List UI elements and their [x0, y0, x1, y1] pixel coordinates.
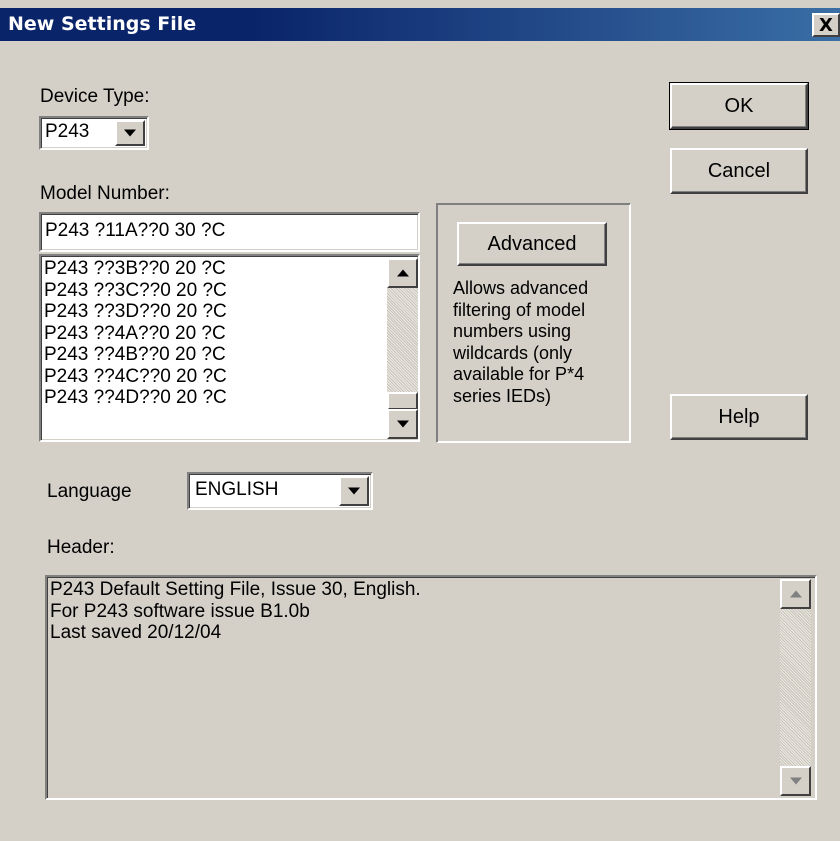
advanced-description-line: Allows advanced	[453, 278, 589, 298]
device-type-select[interactable]: P243	[39, 116, 149, 150]
device-type-dropdown-button[interactable]	[115, 120, 145, 146]
language-dropdown-button[interactable]	[339, 476, 369, 506]
header-textarea[interactable]: P243 Default Setting File, Issue 30, Eng…	[45, 575, 817, 800]
header-label: Header:	[47, 537, 115, 558]
header-line: P243 Default Setting File, Issue 30, Eng…	[50, 579, 421, 600]
advanced-description-line: available for P*4	[453, 364, 585, 384]
model-number-label: Model Number:	[40, 183, 170, 204]
new-settings-file-dialog: New Settings File X Device Type: P243 Mo…	[0, 0, 840, 841]
model-number-input[interactable]: P243 ?11A??0 30 ?C	[39, 212, 420, 252]
list-item[interactable]: P243 ??4D??0 20 ?C	[44, 387, 227, 409]
language-value: ENGLISH	[195, 479, 279, 500]
list-item[interactable]: P243 ??3C??0 20 ?C	[44, 280, 227, 302]
list-item[interactable]: P243 ??3D??0 20 ?C	[44, 301, 227, 323]
header-line: For P243 software issue B1.0b	[50, 600, 310, 622]
title-bar[interactable]: New Settings File X	[0, 8, 840, 41]
chevron-down-icon	[124, 129, 136, 137]
advanced-description-line: filtering of model	[453, 299, 586, 320]
model-number-input-value: P243 ?11A??0 30 ?C	[45, 220, 226, 241]
device-type-value: P243	[45, 121, 90, 142]
language-label: Language	[47, 481, 132, 502]
header-line: Last saved 20/12/04	[50, 622, 222, 643]
ok-button[interactable]: OK	[669, 82, 809, 130]
close-icon: X	[819, 14, 833, 36]
advanced-description-line: numbers using	[453, 321, 572, 341]
list-item[interactable]: P243 ??4B??0 20 ?C	[44, 344, 227, 366]
scroll-down-arrow-icon	[396, 420, 409, 428]
scroll-down-button[interactable]	[387, 409, 418, 439]
help-button-label: Help	[718, 405, 760, 428]
header-text: P243 Default Setting File, Issue 30, Eng…	[50, 579, 421, 644]
close-button[interactable]: X	[812, 13, 840, 37]
model-number-list-items: P243 ??3B??0 20 ?C P243 ??3C??0 20 ?C P2…	[44, 258, 227, 409]
language-select[interactable]: ENGLISH	[187, 472, 373, 510]
advanced-button[interactable]: Advanced	[457, 222, 607, 266]
advanced-description-line: wildcards (only	[453, 342, 573, 363]
list-item[interactable]: P243 ??4C??0 20 ?C	[44, 366, 227, 388]
scroll-up-arrow-icon	[789, 590, 802, 598]
advanced-description-line: series IEDs)	[453, 385, 552, 406]
window-title: New Settings File	[8, 13, 197, 35]
cancel-button-label: Cancel	[707, 159, 771, 182]
help-button[interactable]: Help	[670, 394, 808, 440]
scroll-down-arrow-icon	[789, 777, 802, 785]
scroll-up-arrow-icon	[396, 269, 409, 277]
header-scroll-down-button[interactable]	[780, 766, 811, 796]
advanced-group: Advanced Allows advanced filtering of mo…	[436, 203, 631, 443]
scroll-up-button[interactable]	[387, 258, 418, 288]
chevron-down-icon	[348, 487, 360, 495]
advanced-button-label: Advanced	[487, 232, 577, 255]
device-type-label: Device Type:	[40, 86, 150, 107]
model-number-list[interactable]: P243 ??3B??0 20 ?C P243 ??3C??0 20 ?C P2…	[39, 254, 420, 442]
cancel-button[interactable]: Cancel	[670, 148, 808, 194]
list-item[interactable]: P243 ??4A??0 20 ?C	[44, 323, 227, 345]
header-scroll-up-button[interactable]	[780, 579, 811, 609]
scroll-thumb[interactable]	[387, 392, 418, 410]
model-list-scrollbar[interactable]	[387, 258, 418, 439]
header-scrollbar[interactable]	[780, 579, 811, 796]
ok-button-label: OK	[724, 94, 754, 117]
advanced-description: Allows advanced filtering of model numbe…	[453, 278, 588, 407]
list-item[interactable]: P243 ??3B??0 20 ?C	[44, 258, 227, 280]
